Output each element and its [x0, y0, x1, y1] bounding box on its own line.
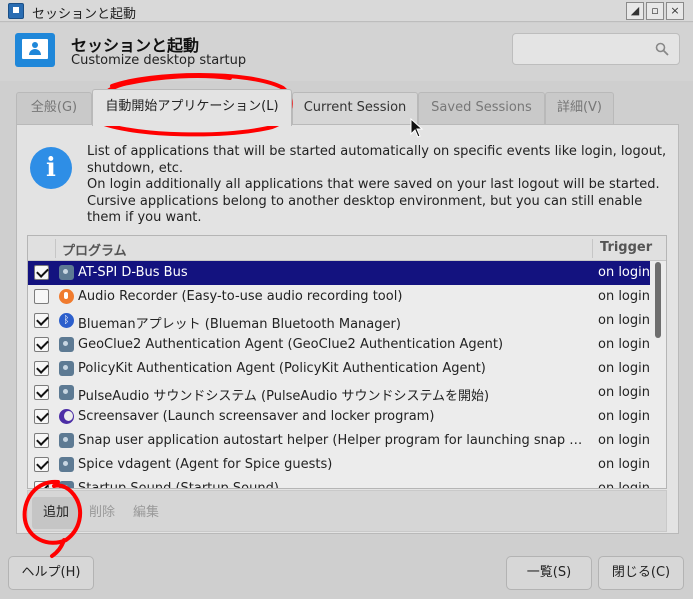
- row-program-name: Spice vdagent (Agent for Spice guests): [78, 457, 333, 472]
- table-row[interactable]: Spice vdagent (Agent for Spice guests) on…: [28, 453, 650, 477]
- search-icon: [655, 42, 669, 56]
- session-startup-icon: [15, 33, 55, 67]
- row-trigger[interactable]: on login: [598, 289, 650, 304]
- table-row[interactable]: Startup Sound (Startup Sound) on login: [28, 477, 650, 489]
- gear-icon: [59, 433, 74, 448]
- table-row[interactable]: AT-SPI D-Bus Bus on login: [28, 261, 650, 285]
- tab-advanced[interactable]: 詳細(V): [545, 92, 614, 125]
- info-line-1: List of applications that will be starte…: [87, 144, 667, 176]
- tab-general[interactable]: 全般(G): [16, 92, 92, 125]
- bluetooth-icon: ᛒ: [59, 313, 74, 328]
- enable-checkbox[interactable]: [34, 289, 49, 304]
- row-program-name: PolicyKit Authentication Agent (PolicyKi…: [78, 361, 486, 376]
- header-subtitle: Customize desktop startup: [71, 53, 247, 68]
- row-program-name: PulseAudio サウンドシステム (PulseAudio サウンドシステム…: [78, 389, 490, 404]
- app-window-icon: [8, 3, 24, 19]
- search-input[interactable]: [512, 33, 680, 65]
- minimize-button[interactable]: ◢: [626, 2, 644, 20]
- enable-checkbox[interactable]: [34, 385, 49, 400]
- row-trigger[interactable]: on login: [598, 385, 650, 400]
- gear-icon: [59, 361, 74, 376]
- row-trigger[interactable]: on login: [598, 457, 650, 472]
- mouse-cursor-icon: [410, 118, 424, 138]
- row-trigger[interactable]: on login: [598, 337, 650, 352]
- info-line-3: Cursive applications belong to another d…: [87, 193, 643, 226]
- enable-checkbox[interactable]: [34, 481, 49, 488]
- info-text: List of applications that will be starte…: [87, 144, 672, 227]
- enable-checkbox[interactable]: [34, 361, 49, 376]
- row-trigger[interactable]: on login: [598, 265, 650, 280]
- maximize-button[interactable]: ▫: [646, 2, 664, 20]
- close-window-button[interactable]: ×: [666, 2, 684, 20]
- tab-saved-sessions[interactable]: Saved Sessions: [418, 92, 545, 125]
- row-program-name: Screensaver (Launch screensaver and lock…: [78, 409, 435, 424]
- edit-button[interactable]: 編集: [124, 497, 168, 529]
- gear-icon: [59, 385, 74, 400]
- row-program-name: Startup Sound (Startup Sound): [78, 481, 279, 489]
- window-titlebar: セッションと起動 ◢ ▫ ×: [0, 0, 693, 22]
- microphone-icon: [59, 289, 74, 304]
- enable-checkbox[interactable]: [34, 409, 49, 424]
- table-row[interactable]: PolicyKit Authentication Agent (PolicyKi…: [28, 357, 650, 381]
- dialog-header: セッションと起動 Customize desktop startup: [0, 23, 693, 81]
- row-trigger[interactable]: on login: [598, 481, 650, 488]
- row-trigger[interactable]: on login: [598, 409, 650, 424]
- enable-checkbox[interactable]: [34, 265, 49, 280]
- row-trigger[interactable]: on login: [598, 313, 650, 328]
- row-program-name: Audio Recorder (Easy-to-use audio record…: [78, 289, 403, 304]
- enable-checkbox[interactable]: [34, 313, 49, 328]
- enable-checkbox[interactable]: [34, 433, 49, 448]
- column-header-program[interactable]: プログラム: [62, 240, 127, 259]
- tab-current-session[interactable]: Current Session: [292, 92, 418, 125]
- table-header: プログラム Trigger: [28, 236, 666, 261]
- column-header-trigger[interactable]: Trigger: [600, 240, 652, 255]
- table-row[interactable]: PulseAudio サウンドシステム (PulseAudio サウンドシステム…: [28, 381, 650, 405]
- table-row[interactable]: Screensaver (Launch screensaver and lock…: [28, 405, 650, 429]
- row-program-name: Snap user application autostart helper (…: [78, 433, 588, 448]
- info-icon: i: [30, 147, 72, 189]
- tab-autostart[interactable]: 自動開始アプリケーション(L): [92, 89, 292, 126]
- window-title: セッションと起動: [32, 7, 137, 22]
- add-button[interactable]: 追加: [32, 497, 80, 529]
- autostart-panel: i List of applications that will be star…: [16, 124, 679, 534]
- table-row[interactable]: Snap user application autostart helper (…: [28, 429, 650, 453]
- gear-icon: [59, 457, 74, 472]
- gear-icon: [59, 337, 74, 352]
- row-trigger[interactable]: on login: [598, 433, 650, 448]
- table-row[interactable]: Audio Recorder (Easy-to-use audio record…: [28, 285, 650, 309]
- table-row[interactable]: ᛒ Bluemanアプレット (Blueman Bluetooth Manager…: [28, 309, 650, 333]
- table-row[interactable]: GeoClue2 Authentication Agent (GeoClue2 …: [28, 333, 650, 357]
- list-button[interactable]: 一覧(S): [506, 556, 592, 590]
- moon-icon: [59, 409, 74, 424]
- gear-icon: [59, 481, 74, 488]
- row-program-name: AT-SPI D-Bus Bus: [78, 265, 188, 280]
- info-line-2: On login additionally all applications t…: [87, 177, 660, 192]
- row-program-name: Bluemanアプレット (Blueman Bluetooth Manager): [78, 317, 401, 332]
- help-button[interactable]: ヘルプ(H): [8, 556, 94, 590]
- table-toolbar: 追加 削除 編集: [27, 490, 667, 532]
- application-table: プログラム Trigger AT-SPI D-Bus Bus on login Au…: [27, 235, 667, 489]
- table-scrollbar[interactable]: [655, 262, 661, 338]
- enable-checkbox[interactable]: [34, 337, 49, 352]
- row-trigger[interactable]: on login: [598, 361, 650, 376]
- enable-checkbox[interactable]: [34, 457, 49, 472]
- row-program-name: GeoClue2 Authentication Agent (GeoClue2 …: [78, 337, 504, 352]
- table-body: AT-SPI D-Bus Bus on login Audio Recorder (…: [28, 261, 666, 489]
- close-button[interactable]: 閉じる(C): [598, 556, 684, 590]
- gear-icon: [59, 265, 74, 280]
- remove-button[interactable]: 削除: [80, 497, 124, 529]
